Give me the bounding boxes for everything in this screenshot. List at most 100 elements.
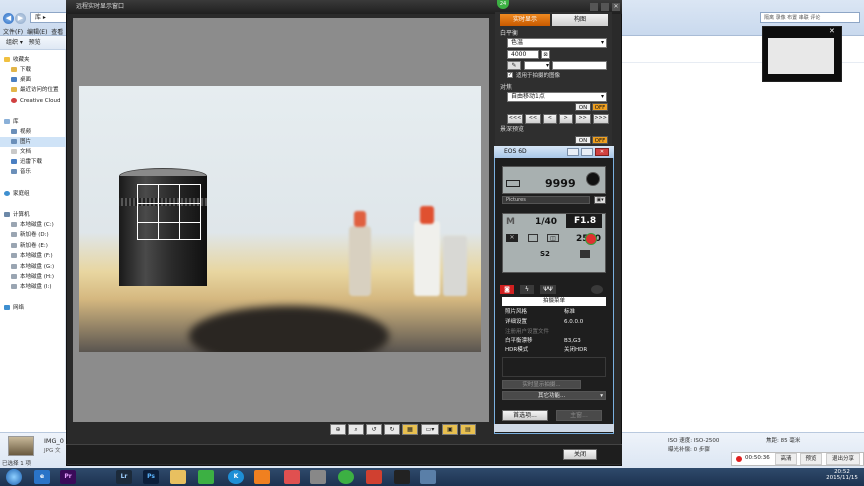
aperture-value[interactable]: F1.8 <box>574 216 596 226</box>
back-icon[interactable]: ◀ <box>3 13 14 24</box>
photoshop-icon[interactable]: Ps <box>143 470 159 484</box>
sidebar-item-documents[interactable]: 文档 <box>0 147 66 157</box>
target-icon[interactable]: ⊕ <box>330 424 346 435</box>
sidebar-item-drive-i[interactable]: 本地磁盘 (I:) <box>0 282 66 292</box>
eos-restore-icon[interactable] <box>581 148 593 156</box>
picture-style-field[interactable]: Pictures <box>502 196 590 204</box>
sidebar-item-homegroup[interactable]: 家庭组 <box>0 189 66 199</box>
hd-button[interactable]: 高清 <box>775 453 797 465</box>
camera-app-icon[interactable] <box>310 470 326 484</box>
kelvin-input[interactable]: 4000 <box>507 50 539 59</box>
eyedropper-icon[interactable]: ✎ <box>507 61 521 70</box>
shutter-speed[interactable]: 1/40 <box>535 217 557 227</box>
preferences-button[interactable]: 首选项... <box>502 410 548 421</box>
qq-icon[interactable] <box>394 470 410 484</box>
focus-far-2-button[interactable]: >> <box>574 114 591 124</box>
eos-utility-icon[interactable] <box>420 470 436 484</box>
timer-icon[interactable] <box>591 285 603 294</box>
close-icon[interactable]: ✕ <box>829 27 835 35</box>
drive-mode-icon[interactable]: ◫ <box>547 234 559 242</box>
exposure-comp-icon[interactable]: ✕ <box>506 234 518 242</box>
zoom-icon[interactable]: ⌕ <box>348 424 364 435</box>
kelvin-set-icon[interactable]: ⊠ <box>541 50 550 59</box>
computer-header[interactable]: 计算机 <box>0 210 66 220</box>
sidebar-item-drive-c[interactable]: 本地磁盘 (C:) <box>0 220 66 230</box>
sidebar-item-drive-h[interactable]: 本地磁盘 (H:) <box>0 272 66 282</box>
menu-view[interactable]: 查看 <box>51 29 63 36</box>
menu-row-picture-style[interactable]: 照片风格 标准 <box>502 308 606 317</box>
libraries-header[interactable]: 库 <box>0 117 66 127</box>
quality-s2[interactable]: S2 <box>540 250 550 258</box>
dof-off-button[interactable]: OFF <box>592 136 608 144</box>
sidebar-item-drive-f[interactable]: 本地磁盘 (F:) <box>0 251 66 261</box>
favorites-header[interactable]: 收藏夹 <box>0 55 66 65</box>
sidebar-item-thunder[interactable]: 迅雷下载 <box>0 157 66 167</box>
close-button[interactable]: 关闭 <box>563 449 597 460</box>
sidebar-item-recent[interactable]: 最近访问的位置 <box>0 85 66 95</box>
sidebar-item-desktop[interactable]: 桌面 <box>0 75 66 85</box>
flash-icon[interactable]: ϟ <box>520 285 534 294</box>
sidebar-item-creative-cloud[interactable]: Creative Cloud <box>0 96 66 106</box>
liveview-image[interactable] <box>79 86 481 352</box>
folder-app-icon[interactable] <box>254 470 270 484</box>
tab-shooting[interactable]: ◙ <box>500 285 514 294</box>
top-right-search[interactable]: 隔离 录像 布置 串联 评论 <box>760 12 860 23</box>
metering-icon[interactable] <box>528 234 538 242</box>
exit-share-button[interactable]: 退出分享 <box>826 453 860 465</box>
k-app-icon[interactable]: K <box>228 470 244 484</box>
lock-icon[interactable]: ▣ <box>442 424 458 435</box>
save-icon[interactable]: ▤ <box>460 424 476 435</box>
live-view-shoot-button[interactable]: 实时显示拍摄... <box>502 380 581 389</box>
menu-edit[interactable]: 编辑(E) <box>27 29 47 36</box>
grid-icon[interactable]: ▦ <box>402 424 418 435</box>
premiere-icon[interactable]: Pr <box>60 470 76 484</box>
focus-mode-select[interactable]: 自由移动1点 ▾ <box>507 92 607 102</box>
preview-toggle-button[interactable]: 预览 <box>800 453 822 465</box>
aspect-icon[interactable]: ▭▾ <box>421 424 439 435</box>
other-functions-button[interactable]: 其它功能... ▾ <box>502 391 606 400</box>
forward-icon[interactable]: ▶ <box>15 13 26 24</box>
tab-live-view[interactable]: 实时显示 <box>500 14 550 26</box>
sidebar-item-drive-e[interactable]: 新加卷 (E:) <box>0 241 66 251</box>
wb-apply-checkbox[interactable]: ✓ <box>507 72 513 78</box>
utility-app-icon[interactable] <box>366 470 382 484</box>
explorer-icon[interactable] <box>170 470 186 484</box>
menu-row-user-file[interactable]: 注册用户设置文件 <box>502 328 606 337</box>
focus-off-button[interactable]: OFF <box>592 103 608 111</box>
main-window-button[interactable]: 主窗... <box>556 410 602 421</box>
camera-settings-icon[interactable]: ▣▾ <box>594 196 606 204</box>
eos-minimize-icon[interactable] <box>567 148 579 156</box>
sidebar-item-videos[interactable]: 视频 <box>0 127 66 137</box>
rotate-right-icon[interactable]: ↻ <box>384 424 400 435</box>
focus-near-1-button[interactable]: < <box>542 114 557 124</box>
ie-icon[interactable]: e <box>34 470 50 484</box>
focus-near-3-button[interactable]: <<< <box>507 114 523 124</box>
menu-row-hdr[interactable]: HDR模式 关闭HDR <box>502 346 606 355</box>
lightroom-icon[interactable]: Lr <box>116 470 132 484</box>
sidebar-item-downloads[interactable]: 下载 <box>0 65 66 75</box>
focus-far-3-button[interactable]: >>> <box>592 114 609 124</box>
rotate-left-icon[interactable]: ↺ <box>366 424 382 435</box>
file-thumbnail[interactable] <box>8 436 34 456</box>
menu-row-detail-settings[interactable]: 详细设置 6.0.0.0 <box>502 318 606 327</box>
af-frame[interactable] <box>137 184 201 240</box>
focus-on-button[interactable]: ON <box>575 103 591 111</box>
wb-select[interactable]: 色温 ▾ <box>507 38 607 48</box>
app-icon[interactable] <box>284 470 300 484</box>
focus-near-2-button[interactable]: << <box>524 114 541 124</box>
organize-button[interactable]: 组织 ▾ <box>6 39 23 46</box>
window-close-icon[interactable]: ✕ <box>612 3 620 11</box>
tab-compose[interactable]: 构图 <box>552 14 608 26</box>
wechat-icon[interactable] <box>198 470 214 484</box>
green-app-icon[interactable] <box>338 470 354 484</box>
start-icon[interactable] <box>6 469 22 485</box>
sidebar-item-pictures[interactable]: 图片 <box>0 137 66 147</box>
sidebar-item-drive-g[interactable]: 本地磁盘 (G:) <box>0 262 66 272</box>
tools-icon[interactable]: ΨΨ <box>540 285 556 294</box>
maximize-icon[interactable] <box>601 3 609 11</box>
wb-shift-select[interactable]: ▾ <box>524 61 550 70</box>
clock[interactable]: 20:52 2015/11/15 <box>822 469 862 481</box>
focus-far-1-button[interactable]: > <box>558 114 573 124</box>
minimize-icon[interactable] <box>590 3 598 11</box>
main-dial-icon[interactable] <box>586 172 600 186</box>
